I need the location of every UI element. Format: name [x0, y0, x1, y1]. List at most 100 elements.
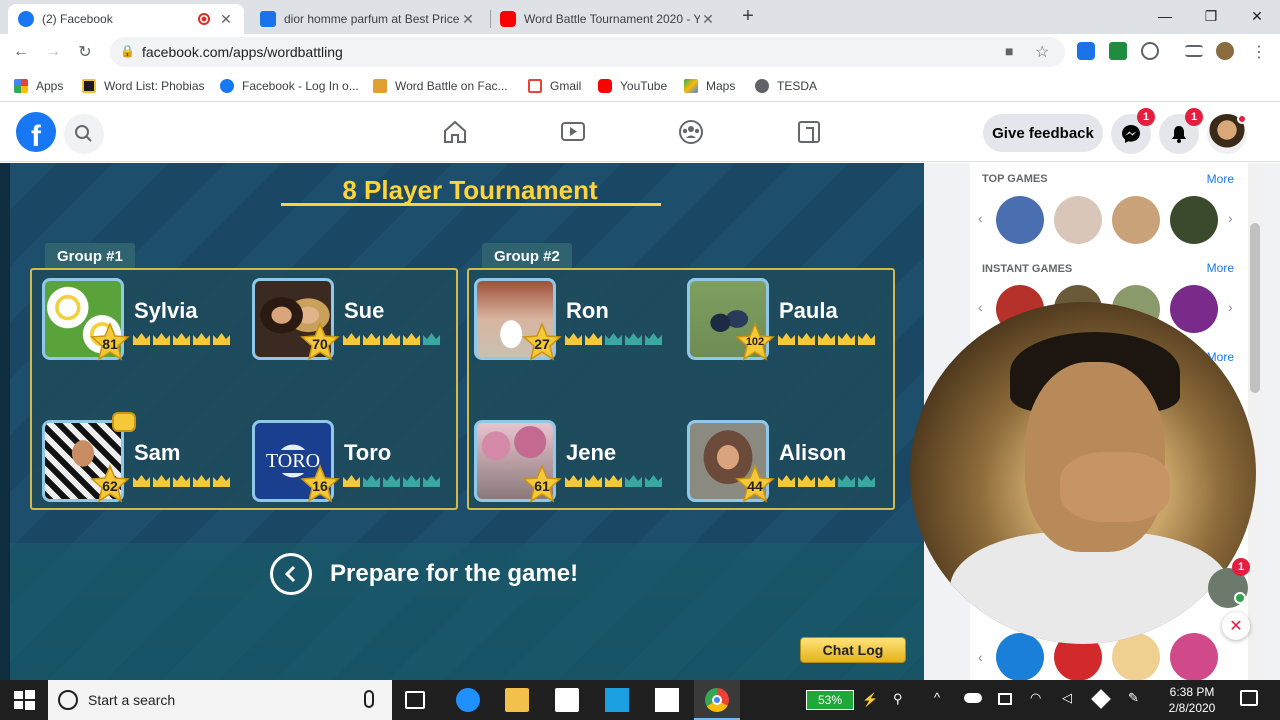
chat-bubble-icon[interactable] — [112, 412, 136, 432]
tab-dior[interactable]: dior homme parfum at Best Price ✕ — [250, 4, 486, 34]
scrollbar-thumb[interactable] — [1250, 223, 1260, 393]
player-card-alison[interactable]: Alison 44 — [687, 420, 887, 510]
prepare-button[interactable]: Prepare for the game! — [270, 553, 578, 595]
chevron-left-icon[interactable]: ‹ — [978, 649, 983, 665]
chat-head-avatar[interactable]: 1 — [1208, 558, 1250, 608]
wifi-icon[interactable]: ◠ — [1030, 690, 1041, 706]
minimize-button[interactable]: — — [1142, 0, 1188, 32]
pen-icon[interactable]: ✎ — [1128, 690, 1139, 706]
star-icon[interactable]: ☆ — [1035, 42, 1049, 62]
media-queue-icon[interactable] — [1185, 45, 1203, 57]
close-tab-icon[interactable]: ✕ — [700, 11, 716, 28]
bookmark-apps[interactable]: Apps — [14, 76, 63, 96]
instant-games-more-link[interactable]: More — [1207, 261, 1234, 275]
windows-start-icon[interactable] — [12, 688, 36, 712]
level-star-icon: 27 — [522, 322, 562, 362]
player-card-sue[interactable]: Sue 70 — [252, 278, 452, 368]
bookmark-gmail[interactable]: Gmail — [528, 76, 581, 96]
gmail-icon — [528, 79, 542, 93]
home-icon[interactable] — [441, 118, 469, 146]
close-tab-icon[interactable]: ✕ — [460, 11, 476, 28]
chevron-right-icon[interactable]: › — [1228, 210, 1233, 226]
check-extension-icon[interactable] — [1109, 42, 1127, 60]
player-card-sylvia[interactable]: Sylvia 81 — [42, 278, 242, 368]
account-avatar[interactable] — [1207, 114, 1247, 154]
microphone-icon[interactable] — [364, 690, 374, 708]
bookmark-word-battle[interactable]: Word Battle on Fac... — [373, 76, 508, 96]
bookmark-youtube[interactable]: YouTube — [598, 76, 667, 96]
mail-icon[interactable] — [655, 688, 679, 712]
more-options-icon[interactable]: ··· — [1186, 618, 1200, 634]
player-card-sam[interactable]: Sam 62 — [42, 412, 242, 510]
onedrive-icon[interactable] — [964, 693, 982, 703]
volume-icon[interactable]: ◁ — [1062, 690, 1072, 706]
game-thumbnail[interactable] — [1170, 285, 1218, 333]
chevron-right-icon[interactable]: › — [1228, 299, 1233, 315]
crown-empty-icon — [382, 474, 401, 488]
chevron-left-icon[interactable]: ‹ — [978, 299, 983, 315]
game-thumbnail[interactable] — [1170, 196, 1218, 244]
restore-button[interactable]: ❐ — [1188, 0, 1234, 32]
action-center-icon[interactable] — [1240, 690, 1258, 706]
level-star-icon: 81 — [90, 322, 130, 362]
sync-extension-icon[interactable] — [1141, 42, 1159, 60]
top-games-more-link[interactable]: More — [1207, 172, 1234, 186]
edge-icon[interactable] — [456, 688, 480, 712]
bookmark-word-list[interactable]: Word List: Phobias — [82, 76, 205, 96]
l-app-icon[interactable] — [605, 688, 629, 712]
crown-filled-icon — [584, 474, 603, 488]
taskbar-search[interactable]: Start a search — [48, 680, 392, 720]
search-button[interactable] — [64, 114, 104, 154]
chrome-taskbar-button[interactable] — [694, 680, 740, 720]
page-scrollbar[interactable] — [1248, 163, 1262, 680]
bookmark-maps[interactable]: Maps — [684, 76, 735, 96]
profile-avatar[interactable] — [1216, 42, 1234, 60]
game-thumbnail[interactable] — [996, 196, 1044, 244]
clock[interactable]: 6:38 PM 2/8/2020 — [1160, 684, 1224, 716]
crown-rating — [564, 474, 663, 488]
gaming-icon[interactable] — [795, 118, 823, 146]
give-feedback-button[interactable]: Give feedback — [983, 114, 1103, 152]
file-explorer-icon[interactable] — [505, 688, 529, 712]
watch-icon[interactable] — [559, 118, 587, 146]
facebook-logo[interactable]: f — [16, 112, 56, 152]
battery-indicator[interactable]: 53% — [806, 690, 854, 710]
crown-filled-icon — [192, 332, 211, 346]
tab-facebook[interactable]: (2) Facebook ✕ — [8, 4, 244, 34]
task-view-icon[interactable] — [405, 691, 425, 709]
camera-icon[interactable]: ■ — [1005, 43, 1013, 59]
close-tab-icon[interactable]: ✕ — [218, 11, 234, 28]
game-thumbnail[interactable] — [1054, 196, 1102, 244]
store-icon[interactable] — [555, 688, 579, 712]
forward-icon[interactable]: → — [40, 39, 66, 65]
messenger-button[interactable]: 1 — [1111, 108, 1155, 154]
power-plug-icon[interactable]: ⚡ — [862, 692, 878, 708]
new-tab-button[interactable]: + — [738, 6, 758, 26]
clock-time: 6:38 PM — [1169, 685, 1215, 699]
chevron-up-icon[interactable]: ^ — [934, 690, 940, 705]
reload-icon[interactable]: ↻ — [72, 39, 98, 65]
device-icon[interactable] — [998, 693, 1012, 705]
groups-icon[interactable] — [677, 118, 705, 146]
crown-rating — [777, 332, 876, 346]
bookmark-tesda[interactable]: TESDA — [755, 76, 817, 96]
player-card-ron[interactable]: Ron 27 — [474, 278, 674, 368]
player-card-toro[interactable]: TORO Toro 16 — [252, 420, 452, 510]
bookmark-facebook[interactable]: Facebook - Log In o... — [220, 76, 359, 96]
back-icon[interactable]: ← — [8, 39, 34, 65]
notifications-button[interactable]: 1 — [1159, 108, 1203, 154]
player-card-jene[interactable]: Jene 61 — [474, 420, 674, 510]
prepare-label: Prepare for the game! — [330, 560, 579, 587]
dropbox-icon[interactable] — [1091, 689, 1111, 709]
people-icon[interactable]: ⚲ — [893, 691, 903, 707]
extension-icon[interactable] — [1077, 42, 1095, 60]
game-thumbnail[interactable] — [1112, 196, 1160, 244]
chat-log-button[interactable]: Chat Log — [800, 637, 906, 663]
window-close-button[interactable]: ✕ — [1234, 0, 1280, 32]
chevron-left-icon[interactable]: ‹ — [978, 210, 983, 226]
player-card-paula[interactable]: Paula 102 — [687, 278, 887, 368]
address-bar[interactable]: 🔒 facebook.com/apps/wordbattling ■ ☆ — [110, 37, 1065, 67]
tab-youtube[interactable]: Word Battle Tournament 2020 - Y ✕ — [490, 4, 726, 34]
menu-kebab-icon[interactable]: ⋮ — [1246, 39, 1272, 65]
close-chat-icon[interactable]: ✕ — [1222, 612, 1250, 640]
